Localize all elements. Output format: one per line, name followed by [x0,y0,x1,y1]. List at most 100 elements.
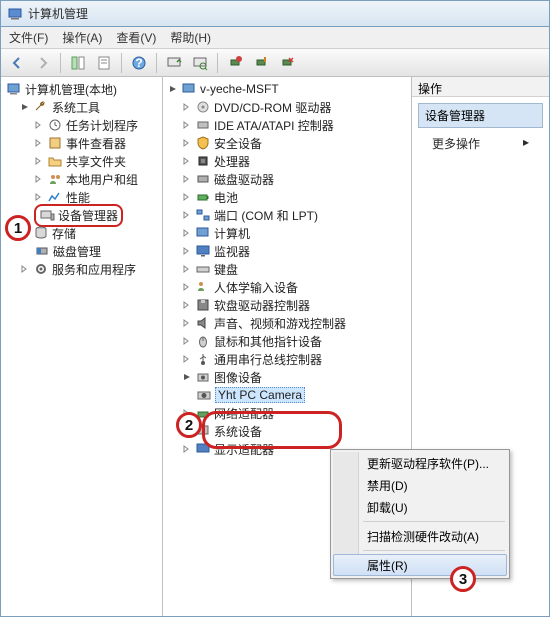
devmgr-icon [39,207,55,223]
expand-icon[interactable] [182,300,192,310]
expand-icon[interactable] [168,84,178,94]
menu-file[interactable]: 文件(F) [9,29,48,46]
back-button[interactable] [5,51,29,75]
show-hide-button[interactable] [66,51,90,75]
node-device-manager[interactable]: 设备管理器 [34,206,162,224]
node-dev-mouse[interactable]: 鼠标和其他指针设备 [182,332,411,350]
battery-icon [195,189,211,205]
window-title: 计算机管理 [28,5,88,22]
wrench-icon [33,99,49,115]
node-dev-usb[interactable]: 通用串行总线控制器 [182,350,411,368]
expand-icon[interactable] [182,282,192,292]
expand-icon[interactable] [34,174,44,184]
node-dev-ide[interactable]: IDE ATA/ATAPI 控制器 [182,116,411,134]
more-actions-link[interactable]: 更多操作 ▸ [418,132,543,155]
update-driver-button[interactable] [249,51,273,75]
node-dev-keyboard[interactable]: 键盘 [182,260,411,278]
mouse-icon [195,333,211,349]
node-dev-disk[interactable]: 磁盘驱动器 [182,170,411,188]
separator [217,53,218,73]
uninstall-button[interactable] [223,51,247,75]
expand-icon[interactable] [182,318,192,328]
expand-icon[interactable] [182,138,192,148]
expand-icon[interactable] [182,246,192,256]
clock-icon [47,117,63,133]
node-local-users[interactable]: 本地用户和组 [34,170,162,188]
toolbar: ? [1,49,549,77]
node-dev-sysdev[interactable]: 系统设备 [182,422,411,440]
node-dev-ports[interactable]: 端口 (COM 和 LPT) [182,206,411,224]
node-dev-imaging[interactable]: 图像设备 [182,368,411,386]
node-disk-management[interactable]: 磁盘管理 [34,242,162,260]
expand-icon[interactable] [182,444,192,454]
node-dev-security[interactable]: 安全设备 [182,134,411,152]
expand-icon[interactable] [182,336,192,346]
ctx-uninstall[interactable]: 卸载(U) [333,496,507,518]
node-dev-sound[interactable]: 声音、视频和游戏控制器 [182,314,411,332]
ctx-update-driver[interactable]: 更新驱动程序软件(P)... [333,452,507,474]
expand-icon[interactable] [34,156,44,166]
ctx-scan-hardware[interactable]: 扫描检测硬件改动(A) [333,525,507,547]
node-dev-network[interactable]: 网络适配器 [182,404,411,422]
expand-icon[interactable] [182,354,192,364]
expand-icon[interactable] [182,228,192,238]
menubar: 文件(F) 操作(A) 查看(V) 帮助(H) [1,27,549,49]
menu-view[interactable]: 查看(V) [116,29,156,46]
callout-2: 2 [176,412,202,438]
node-shared-folders[interactable]: 共享文件夹 [34,152,162,170]
node-camera[interactable]: Yht PC Camera [196,386,411,404]
ctx-disable[interactable]: 禁用(D) [333,474,507,496]
node-dev-monitor[interactable]: 监视器 [182,242,411,260]
expand-icon[interactable] [182,210,192,220]
sound-icon [195,315,211,331]
expand-icon[interactable] [182,372,192,382]
forward-button[interactable] [31,51,55,75]
folder-share-icon [47,153,63,169]
node-services-apps[interactable]: 服务和应用程序 [20,260,162,278]
ctx-properties[interactable]: 属性(R) [333,554,507,576]
disable-button[interactable] [275,51,299,75]
dvd-icon [195,99,211,115]
node-root[interactable]: 计算机管理(本地) [6,80,162,98]
expand-icon[interactable] [182,192,192,202]
expand-icon[interactable] [182,102,192,112]
expand-icon[interactable] [34,138,44,148]
right-header: 操作 [412,77,549,97]
node-dev-floppyctl[interactable]: 软盘驱动器控制器 [182,296,411,314]
scan-button[interactable] [188,51,212,75]
node-event-viewer[interactable]: 事件查看器 [34,134,162,152]
usb-icon [195,351,211,367]
expand-icon[interactable] [182,120,192,130]
diskmgmt-icon [34,243,50,259]
node-storage[interactable]: 存储 [20,224,162,242]
computer-icon [195,225,211,241]
menu-help[interactable]: 帮助(H) [170,29,211,46]
node-dev-computer[interactable]: 计算机 [182,224,411,242]
expand-icon[interactable] [182,156,192,166]
svg-text:?: ? [135,56,142,70]
expand-icon[interactable] [20,102,30,112]
node-task-scheduler[interactable]: 任务计划程序 [34,116,162,134]
ports-icon [195,207,211,223]
node-dev-hid[interactable]: 人体学输入设备 [182,278,411,296]
titlebar[interactable]: 计算机管理 [1,1,549,27]
left-tree: 计算机管理(本地) 系统工具 任务计划程序 [1,77,162,281]
expand-icon[interactable] [182,174,192,184]
left-pane: 计算机管理(本地) 系统工具 任务计划程序 [1,77,163,616]
context-menu-separator [363,521,505,522]
node-system-tools[interactable]: 系统工具 [20,98,162,116]
refresh-button[interactable] [162,51,186,75]
menu-action[interactable]: 操作(A) [62,29,102,46]
help-button[interactable]: ? [127,51,151,75]
expand-icon[interactable] [182,264,192,274]
node-dev-cpu[interactable]: 处理器 [182,152,411,170]
expand-icon[interactable] [34,120,44,130]
properties-button[interactable] [92,51,116,75]
node-dev-dvd[interactable]: DVD/CD-ROM 驱动器 [182,98,411,116]
node-computer-root[interactable]: v-yeche-MSFT [168,80,411,98]
node-dev-battery[interactable]: 电池 [182,188,411,206]
imaging-icon [195,369,211,385]
context-menu-separator [363,550,505,551]
expand-icon[interactable] [34,192,44,202]
expand-icon[interactable] [20,264,30,274]
